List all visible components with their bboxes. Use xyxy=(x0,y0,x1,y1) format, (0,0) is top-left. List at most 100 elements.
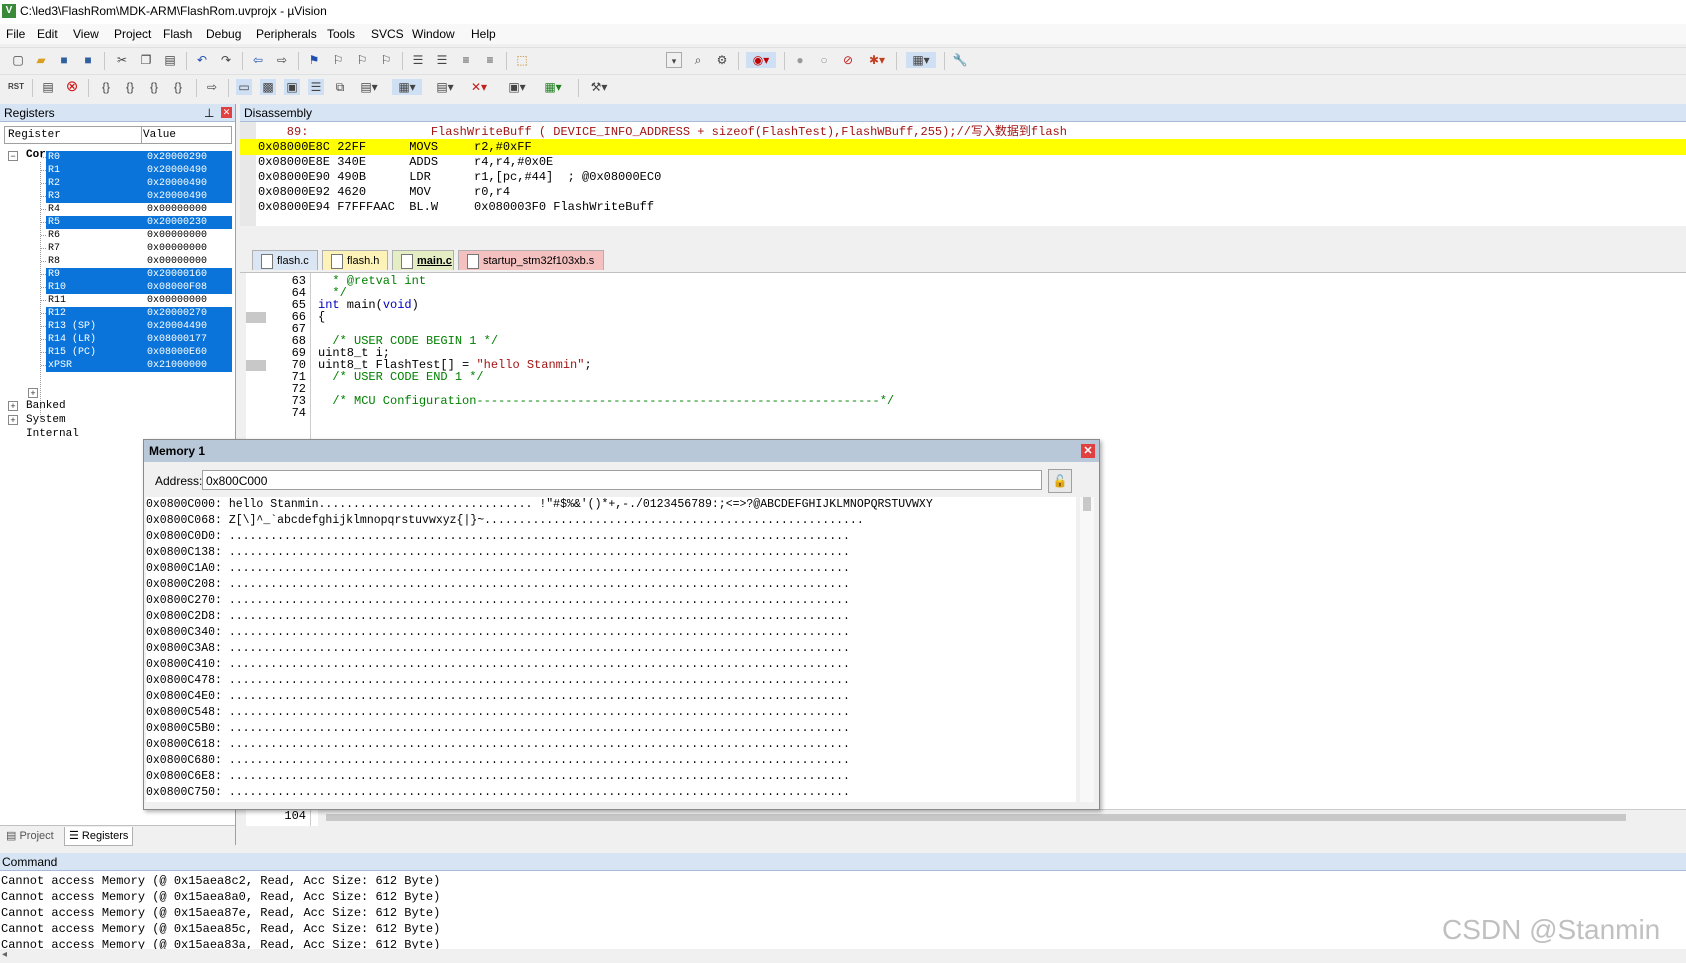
bookmark-icon[interactable]: ⚑ xyxy=(306,52,322,68)
system-viewer-icon[interactable]: ▦▾ xyxy=(540,79,566,95)
memory-row[interactable]: 0x0800C000: hello Stanmin...............… xyxy=(146,497,933,513)
memory-row[interactable]: 0x0800C340: ............................… xyxy=(146,625,850,641)
reset-button[interactable]: RST xyxy=(8,79,24,95)
disassembly-view[interactable]: 89: FlashWriteBuff ( DEVICE_INFO_ADDRESS… xyxy=(240,122,1686,226)
command-window-icon[interactable]: ▭ xyxy=(236,79,252,95)
menu-svcs[interactable]: SVCS xyxy=(371,27,404,41)
unindent-icon[interactable]: ☰ xyxy=(434,52,450,68)
memory-row[interactable]: 0x0800C6E8: ............................… xyxy=(146,769,850,785)
find-in-files-icon[interactable]: ⬚ xyxy=(514,52,530,68)
register-row[interactable]: R11 0x00000000 xyxy=(46,294,232,307)
register-row[interactable]: R13 (SP) 0x20004490 xyxy=(46,320,232,333)
pin-icon[interactable]: ⊥ xyxy=(204,104,214,122)
register-value[interactable]: 0x08000F08 xyxy=(147,281,207,294)
target-dropdown-icon[interactable]: ▾ xyxy=(666,52,682,68)
menu-project[interactable]: Project xyxy=(114,27,151,41)
memory-grid[interactable]: 0x0800C000: hello Stanmin...............… xyxy=(146,497,1076,802)
memory-row[interactable]: 0x0800C1A0: ............................… xyxy=(146,561,850,577)
register-row[interactable]: R8 0x00000000 xyxy=(46,255,232,268)
register-row[interactable]: R6 0x00000000 xyxy=(46,229,232,242)
open-folder-icon[interactable]: ▰ xyxy=(33,52,49,68)
step-into-icon[interactable]: {} xyxy=(98,79,114,95)
register-value[interactable]: 0x08000E60 xyxy=(147,346,207,359)
command-hscrollbar[interactable]: ◂ xyxy=(0,949,1686,963)
register-value[interactable]: 0x20004490 xyxy=(147,320,207,333)
register-value[interactable]: 0x21000000 xyxy=(147,359,207,372)
copy-icon[interactable]: ❐ xyxy=(138,52,154,68)
memory-row[interactable]: 0x0800C4E0: ............................… xyxy=(146,689,850,705)
tab-project[interactable]: ▤ Project xyxy=(2,827,58,845)
system-group-label[interactable]: System xyxy=(26,414,66,426)
register-row[interactable]: R15 (PC) 0x08000E60 xyxy=(46,346,232,359)
memory-row[interactable]: 0x0800C270: ............................… xyxy=(146,593,850,609)
code-line[interactable]: int main(void) xyxy=(318,299,419,312)
redo-icon[interactable]: ↷ xyxy=(218,52,234,68)
disassembly-line[interactable]: 0x08000E94 F7FFFAAC BL.W 0x080003F0 Flas… xyxy=(240,199,654,215)
analysis-window-icon[interactable]: ✕▾ xyxy=(466,79,492,95)
breakpoint-marker[interactable] xyxy=(246,360,266,371)
memory-row[interactable]: 0x0800C3A8: ............................… xyxy=(146,641,850,657)
memory-row[interactable]: 0x0800C680: ............................… xyxy=(146,753,850,769)
banked-group-label[interactable]: Banked xyxy=(26,400,66,412)
register-column-label[interactable]: Register xyxy=(8,129,61,141)
code-line[interactable]: /* USER CODE END 1 */ xyxy=(318,371,483,384)
code-line[interactable]: /* MCU Configuration--------------------… xyxy=(318,395,894,408)
register-row[interactable]: R10 0x08000F08 xyxy=(46,281,232,294)
register-value[interactable]: 0x00000000 xyxy=(147,294,207,307)
register-row[interactable]: R1 0x20000490 xyxy=(46,164,232,177)
register-value[interactable]: 0x00000000 xyxy=(147,203,207,216)
debug-session-icon[interactable]: ◉▾ xyxy=(746,52,776,68)
prev-bookmark-icon[interactable]: ⚐ xyxy=(330,52,346,68)
collapse-core-icon[interactable]: − xyxy=(8,151,18,161)
enable-breakpoint-icon[interactable]: ○ xyxy=(816,52,832,68)
tab-main-c[interactable]: main.c xyxy=(392,250,454,270)
symbols-window-icon[interactable]: ▣ xyxy=(284,79,300,95)
register-row[interactable]: xPSR 0x21000000 xyxy=(46,359,232,372)
step-out-icon[interactable]: {} xyxy=(146,79,162,95)
save-all-icon[interactable]: ■ xyxy=(80,52,96,68)
memory-window-icon[interactable]: ▦▾ xyxy=(392,79,422,95)
register-row[interactable]: R2 0x20000490 xyxy=(46,177,232,190)
disassembly-window-icon[interactable]: ▩ xyxy=(260,79,276,95)
cut-icon[interactable]: ✂ xyxy=(114,52,130,68)
memory-row[interactable]: 0x0800C548: ............................… xyxy=(146,705,850,721)
menu-help[interactable]: Help xyxy=(471,27,496,41)
expand-banked-icon[interactable]: + xyxy=(8,401,18,411)
show-next-statement-icon[interactable]: ⇨ xyxy=(204,79,220,95)
menu-tools[interactable]: Tools xyxy=(327,27,355,41)
disassembly-line[interactable]: 0x08000E8C 22FF MOVS r2,#0xFF xyxy=(240,139,1686,155)
find-icon[interactable]: ⌕ xyxy=(690,52,706,68)
new-file-icon[interactable]: ▢ xyxy=(10,52,26,68)
menu-flash[interactable]: Flash xyxy=(163,27,192,41)
memory-row[interactable]: 0x0800C618: ............................… xyxy=(146,737,850,753)
register-row[interactable]: R3 0x20000490 xyxy=(46,190,232,203)
memory-row[interactable]: 0x0800C0D0: ............................… xyxy=(146,529,850,545)
indent-icon[interactable]: ☰ xyxy=(410,52,426,68)
internal-group-label[interactable]: Internal xyxy=(26,428,79,440)
register-value[interactable]: 0x00000000 xyxy=(147,242,207,255)
breakpoint-marker[interactable] xyxy=(246,312,266,323)
register-row[interactable]: R4 0x00000000 xyxy=(46,203,232,216)
tab-registers[interactable]: ☰ Registers xyxy=(64,827,134,846)
menu-debug[interactable]: Debug xyxy=(206,27,241,41)
paste-icon[interactable]: ▤ xyxy=(162,52,178,68)
memory-window-titlebar[interactable]: Memory 1 ✕ xyxy=(144,440,1099,462)
register-row[interactable]: R14 (LR) 0x08000177 xyxy=(46,333,232,346)
disassembly-line[interactable]: 0x08000E90 490B LDR r1,[pc,#44] ; @0x080… xyxy=(240,169,661,185)
next-bookmark-icon[interactable]: ⚐ xyxy=(354,52,370,68)
serial-window-icon[interactable]: ▤▾ xyxy=(432,79,458,95)
call-stack-icon[interactable]: ⧉ xyxy=(332,79,348,95)
run-icon[interactable]: ▤ xyxy=(40,79,56,95)
register-value[interactable]: 0x20000490 xyxy=(147,164,207,177)
window-layout-icon[interactable]: ▦▾ xyxy=(906,52,936,68)
register-value[interactable]: 0x00000000 xyxy=(147,229,207,242)
tab-startup-stm32f103xb-s[interactable]: startup_stm32f103xb.s xyxy=(458,250,604,270)
register-row[interactable]: R7 0x00000000 xyxy=(46,242,232,255)
register-value[interactable]: 0x20000230 xyxy=(147,216,207,229)
disassembly-line[interactable]: 0x08000E8E 340E ADDS r4,r4,#0x0E xyxy=(240,154,553,170)
memory-row[interactable]: 0x0800C5B0: ............................… xyxy=(146,721,850,737)
menu-view[interactable]: View xyxy=(73,27,99,41)
register-row[interactable]: R12 0x20000270 xyxy=(46,307,232,320)
expand-xpsr-icon[interactable]: + xyxy=(28,388,38,398)
nav-forward-icon[interactable]: ⇨ xyxy=(274,52,290,68)
